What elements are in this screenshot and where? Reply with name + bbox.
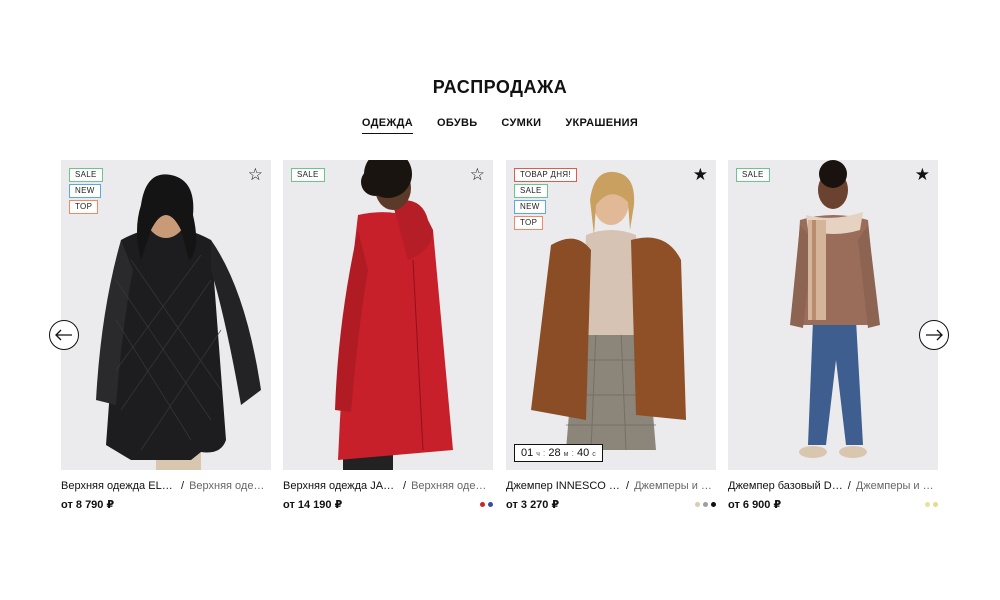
product-name[interactable]: Джемпер базовый D…: [728, 480, 843, 492]
product-category[interactable]: Верхняя одежда: [189, 480, 271, 492]
product-photo[interactable]: SALE NEW TOP ☆: [61, 160, 271, 470]
tab-bags[interactable]: СУМКИ: [501, 117, 541, 134]
product-price: от 8 790 ₽: [61, 499, 115, 511]
timer-minutes-unit: м: [563, 451, 569, 458]
tab-clothing[interactable]: ОДЕЖДА: [361, 117, 414, 134]
product-photo[interactable]: ТОВАР ДНЯ! SALE NEW TOP ★ 01 ч : 28 м : 40…: [506, 160, 716, 470]
badge-group: SALE NEW TOP: [69, 168, 103, 214]
product-card[interactable]: SALE ☆ Верхняя одежда JAM… / Верхняя оде…: [283, 160, 493, 511]
star-filled-icon[interactable]: ★: [693, 166, 708, 183]
arrow-left-icon: [55, 329, 72, 341]
product-category[interactable]: Джемперы и ка…: [856, 480, 938, 492]
color-swatch[interactable]: [488, 502, 493, 507]
tab-shoes[interactable]: ОБУВЬ: [437, 117, 477, 134]
color-swatches: [925, 502, 938, 507]
product-name[interactable]: Верхняя одежда ELes…: [61, 480, 176, 492]
color-swatches: [480, 502, 493, 507]
badge-sale: SALE: [291, 168, 325, 182]
badge-top: TOP: [69, 200, 99, 214]
color-swatches: [695, 502, 716, 507]
badge-sale: SALE: [69, 168, 103, 182]
arrow-right-icon: [926, 329, 943, 341]
color-swatch[interactable]: [480, 502, 485, 507]
badge-new: NEW: [514, 200, 546, 214]
category-tabs: ОДЕЖДА ОБУВЬ СУМКИ УКРАШЕНИЯ: [0, 117, 1000, 134]
separator: /: [403, 480, 407, 492]
product-price: от 3 270 ₽: [506, 499, 560, 511]
timer-seconds-unit: с: [592, 451, 596, 458]
star-outline-icon[interactable]: ☆: [470, 166, 485, 183]
tab-jewelry[interactable]: УКРАШЕНИЯ: [565, 117, 638, 134]
timer-hours-unit: ч: [536, 451, 540, 458]
color-swatch[interactable]: [703, 502, 708, 507]
page-title: РАСПРОДАЖА: [432, 77, 568, 97]
separator: /: [626, 480, 630, 492]
woman-red-parka-photo: [283, 160, 493, 470]
star-outline-icon[interactable]: ☆: [248, 166, 263, 183]
color-swatch[interactable]: [711, 502, 716, 507]
separator: /: [181, 480, 185, 492]
product-name[interactable]: Джемпер INNESCO И…: [506, 480, 621, 492]
badge-top: TOP: [514, 216, 544, 230]
timer-separator: :: [542, 448, 546, 458]
star-filled-icon[interactable]: ★: [915, 166, 930, 183]
color-swatch[interactable]: [925, 502, 930, 507]
product-price: от 14 190 ₽: [283, 499, 343, 511]
color-swatch[interactable]: [695, 502, 700, 507]
product-name[interactable]: Верхняя одежда JAM…: [283, 480, 398, 492]
badge-group: SALE: [736, 168, 770, 182]
badge-group: ТОВАР ДНЯ! SALE NEW TOP: [514, 168, 577, 230]
badge-group: SALE: [291, 168, 325, 182]
timer-minutes: 28: [548, 447, 561, 459]
badge-new: NEW: [69, 184, 101, 198]
product-card[interactable]: SALE NEW TOP ☆ Верхняя одежда ELes… / Ве…: [61, 160, 271, 511]
separator: /: [847, 480, 851, 492]
product-card[interactable]: ТОВАР ДНЯ! SALE NEW TOP ★ 01 ч : 28 м : 40…: [506, 160, 716, 511]
timer-separator: :: [571, 448, 574, 458]
badge-sale: SALE: [736, 168, 770, 182]
timer-seconds: 40: [577, 447, 590, 459]
product-photo[interactable]: SALE ★: [728, 160, 938, 470]
product-price: от 6 900 ₽: [728, 499, 782, 511]
product-photo[interactable]: SALE ☆: [283, 160, 493, 470]
product-category[interactable]: Джемперы и ка…: [634, 480, 716, 492]
carousel-prev-button[interactable]: [49, 320, 79, 350]
countdown-timer: 01 ч : 28 м : 40 с: [514, 444, 603, 462]
badge-sale: SALE: [514, 184, 548, 198]
product-card[interactable]: SALE ★ Джемпер базовый D… / Джемперы и к…: [728, 160, 938, 511]
color-swatch[interactable]: [933, 502, 938, 507]
product-category[interactable]: Верхняя одежда: [411, 480, 493, 492]
carousel-next-button[interactable]: [919, 320, 949, 350]
badge-deal-of-the-day: ТОВАР ДНЯ!: [514, 168, 577, 182]
woman-brown-sweater-scarf-jeans-photo: [728, 160, 938, 470]
timer-hours: 01: [521, 447, 534, 459]
